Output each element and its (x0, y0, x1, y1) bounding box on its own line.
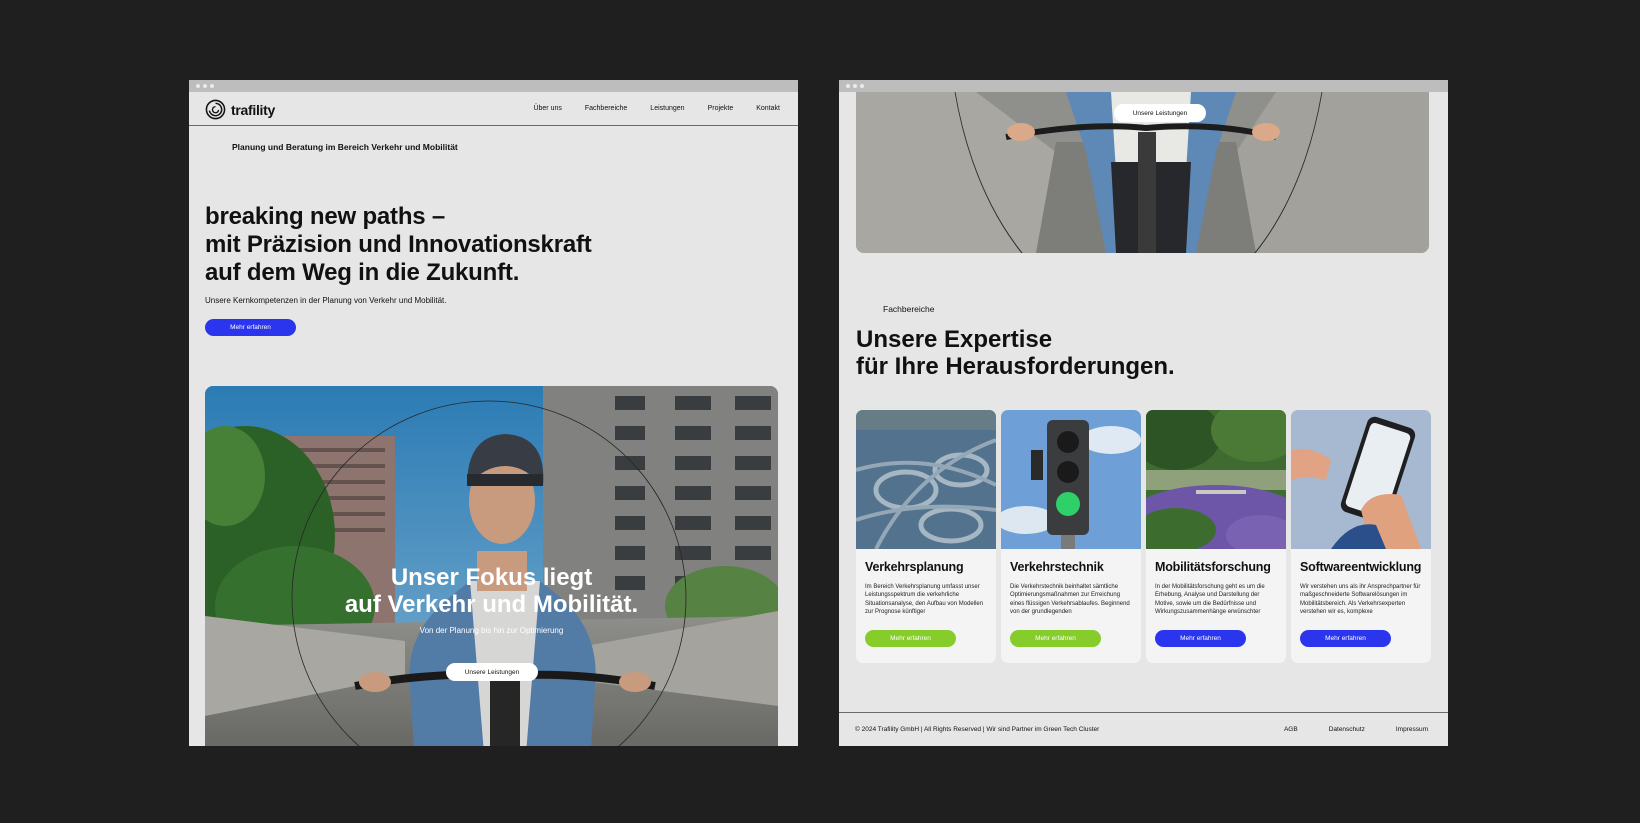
section-title-line: Unsere Expertise (856, 326, 1053, 353)
hero-subtitle: Von der Planung bis hin zur Optimierung (419, 626, 564, 635)
footer-link-impressum[interactable]: Impressum (1396, 726, 1428, 733)
card-text: Im Bereich Verkehrsplanung umfasst unser… (865, 584, 984, 616)
window-dot (210, 84, 214, 88)
card-softwareentwicklung[interactable]: Softwareentwicklung Wir verstehen uns al… (1291, 410, 1431, 663)
window-chrome (839, 80, 1448, 92)
card-text: In der Mobilitätsforschung geht es um di… (1155, 584, 1265, 616)
hero-title: Unser Fokus liegt auf Verkehr und Mobili… (205, 564, 778, 618)
footer-link-agb[interactable]: AGB (1284, 726, 1298, 733)
site-footer: © 2024 Trafility GmbH | All Rights Reser… (839, 712, 1448, 746)
unsere-leistungen-button[interactable]: Unsere Leistungen (1114, 104, 1206, 122)
window-dot (860, 84, 864, 88)
logo-text: trafility (231, 101, 275, 118)
subline: Unsere Kernkompetenzen in der Planung vo… (205, 296, 447, 305)
headline-bold: breaking new paths – (205, 203, 446, 230)
window-dot (203, 84, 207, 88)
copyright-text: © 2024 Trafility GmbH | All Rights Reser… (855, 726, 1100, 733)
spiral-logo-icon (205, 99, 226, 120)
nav-item-projekte[interactable]: Projekte (708, 105, 734, 112)
nav-item-leistungen[interactable]: Leistungen (650, 105, 684, 112)
footer-link-datenschutz[interactable]: Datenschutz (1329, 726, 1365, 733)
hero-title-line: Unser Fokus liegt (390, 564, 593, 591)
homepage-window: trafility Über uns Fachbereiche Leistung… (189, 80, 798, 746)
card-title: Verkehrsplanung (865, 560, 964, 574)
mehr-erfahren-button[interactable]: Mehr erfahren (205, 319, 296, 336)
nav-item-ueber-uns[interactable]: Über uns (533, 105, 561, 112)
unsere-leistungen-button[interactable]: Unsere Leistungen (446, 663, 538, 681)
window-dot (846, 84, 850, 88)
headline-line: auf dem Weg in die Zukunft. (205, 259, 520, 286)
section-title-line: für Ihre Herausforderungen. (856, 353, 1175, 380)
main-nav: Über uns Fachbereiche Leistungen Projekt… (533, 105, 780, 112)
tagline: Planung und Beratung im Bereich Verkehr … (232, 142, 458, 152)
page-headline: breaking new paths – mit Präzision und I… (205, 203, 592, 287)
mehr-erfahren-button[interactable]: Mehr erfahren (1300, 630, 1391, 647)
hero-image: Unser Fokus liegt auf Verkehr und Mobili… (205, 386, 778, 746)
mehr-erfahren-button[interactable]: Mehr erfahren (1010, 630, 1101, 647)
hero-image-scrolled: Unsere Leistungen (856, 92, 1429, 253)
window-dot (196, 84, 200, 88)
window-dot (853, 84, 857, 88)
nav-item-kontakt[interactable]: Kontakt (756, 105, 780, 112)
traffic-light-image (1001, 410, 1141, 549)
card-title: Verkehrstechnik (1010, 560, 1104, 574)
card-title: Softwareentwicklung (1300, 560, 1422, 574)
park-image (1146, 410, 1286, 549)
smartphone-image (1291, 410, 1431, 549)
section-title: Unsere Expertise für Ihre Herausforderun… (856, 326, 1175, 380)
card-mobilitaetsforschung[interactable]: Mobilitätsforschung In der Mobilitätsfor… (1146, 410, 1286, 663)
nav-item-fachbereiche[interactable]: Fachbereiche (585, 105, 627, 112)
hero-title-line: auf Verkehr und Mobilität. (344, 591, 639, 618)
headline-line: mit Präzision und Innovationskraft (205, 231, 592, 258)
card-text: Die Verkehrstechnik beinhaltet sämtliche… (1010, 584, 1130, 616)
window-chrome (189, 80, 798, 92)
service-cards: Verkehrsplanung Im Bereich Verkehrsplanu… (856, 410, 1431, 663)
site-header: trafility Über uns Fachbereiche Leistung… (189, 92, 798, 126)
card-verkehrstechnik[interactable]: Verkehrstechnik Die Verkehrstechnik bein… (1001, 410, 1141, 663)
card-verkehrsplanung[interactable]: Verkehrsplanung Im Bereich Verkehrsplanu… (856, 410, 996, 663)
mehr-erfahren-button[interactable]: Mehr erfahren (1155, 630, 1246, 647)
services-window: Unsere Leistungen Fachbereiche Unsere Ex… (839, 80, 1448, 746)
card-text: Wir verstehen uns als ihr Ansprechpartne… (1300, 584, 1421, 616)
card-title: Mobilitätsforschung (1155, 560, 1271, 574)
highway-interchange-image (856, 410, 996, 549)
logo[interactable]: trafility (205, 99, 275, 120)
mehr-erfahren-button[interactable]: Mehr erfahren (865, 630, 956, 647)
section-label: Fachbereiche (883, 304, 935, 314)
footer-links: AGB Datenschutz Impressum (1284, 726, 1428, 733)
